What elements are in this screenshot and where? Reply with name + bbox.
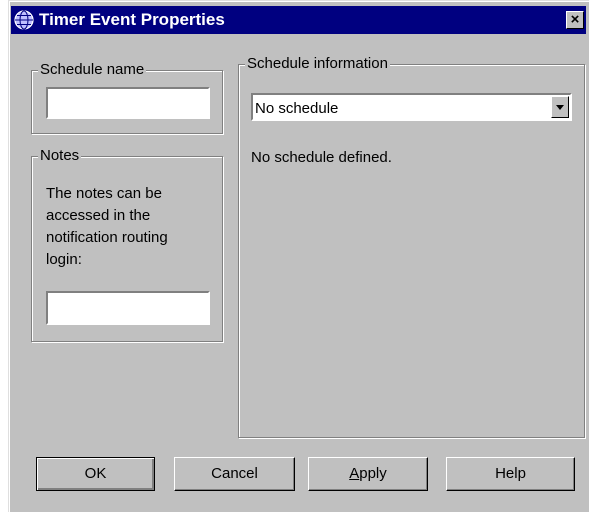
schedule-select-value: No schedule xyxy=(255,100,339,117)
schedule-information-group: Schedule information No schedule No sche… xyxy=(238,55,585,438)
notes-group: Notes The notes can be accessed in the n… xyxy=(31,147,223,342)
cancel-button[interactable]: Cancel xyxy=(174,457,295,491)
schedule-name-group: Schedule name xyxy=(31,61,223,134)
schedule-information-label: Schedule information xyxy=(245,55,390,73)
schedule-select[interactable]: No schedule xyxy=(251,93,572,121)
help-button[interactable]: Help xyxy=(446,457,575,491)
ok-button[interactable]: OK xyxy=(36,457,155,491)
schedule-name-label: Schedule name xyxy=(38,61,147,79)
chevron-down-icon[interactable] xyxy=(551,96,569,118)
apply-button[interactable]: Apply xyxy=(308,457,428,491)
title-bar[interactable]: Timer Event Properties × xyxy=(11,6,586,34)
notes-description: The notes can be accessed in the notific… xyxy=(46,185,168,268)
timer-event-properties-dialog: Timer Event Properties × Schedule name N… xyxy=(8,0,589,512)
notes-label: Notes xyxy=(38,147,82,165)
schedule-name-input[interactable] xyxy=(46,87,210,119)
apply-button-label: Apply xyxy=(349,465,387,482)
schedule-status-text: No schedule defined. xyxy=(251,149,392,166)
notes-input[interactable] xyxy=(46,291,210,325)
window-title: Timer Event Properties xyxy=(39,10,225,29)
globe-icon xyxy=(14,10,34,30)
close-button[interactable]: × xyxy=(566,11,584,29)
